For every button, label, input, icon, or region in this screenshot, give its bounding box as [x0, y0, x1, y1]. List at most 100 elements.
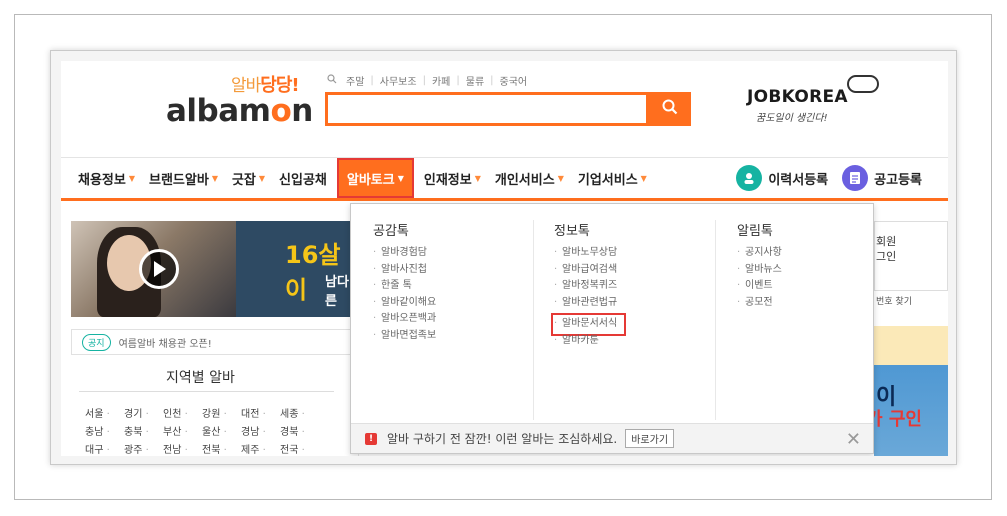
job-post-button[interactable]: 공고등록 — [842, 165, 922, 191]
menu-item-document-forms[interactable]: 알바문서서식 — [550, 313, 627, 336]
search-input[interactable] — [325, 92, 649, 126]
menu-item[interactable]: 알바카툰 — [554, 333, 623, 350]
quick-link-3[interactable]: 물류 — [460, 73, 490, 88]
region-city-link[interactable]: 서울 — [85, 405, 124, 420]
chevron-down-icon: ▼ — [128, 173, 135, 183]
region-city-link[interactable]: 충북 — [124, 423, 163, 438]
column-empathy: 공감톡 알바경험담 알바사진첩 한줄 톡 알바같이해요 알바오픈백과 알바면접족… — [373, 220, 436, 344]
warning-text: 알바 구하기 전 잠깐! 이런 알바는 조심하세요. — [387, 432, 618, 446]
menu-item[interactable]: 알바뉴스 — [737, 262, 782, 279]
region-city-link[interactable]: 전북 — [202, 441, 241, 456]
albamon-page: 알바당당! albamon 주말 | 사무보조 | 카페 | 물류 | 중국어 JOBK… — [61, 61, 948, 456]
region-city-link[interactable]: 경남 — [241, 423, 280, 438]
region-city-link[interactable]: 대구 — [85, 441, 124, 456]
screenshot-frame: 알바당당! albamon 주말 | 사무보조 | 카페 | 물류 | 중국어 JOBK… — [50, 50, 957, 465]
menu-item[interactable]: 알바경험담 — [373, 245, 436, 262]
chevron-down-icon: ▼ — [211, 173, 218, 183]
menu-item[interactable]: 공지사항 — [737, 245, 782, 262]
login-text[interactable]: 회원 그인 — [876, 234, 896, 264]
menu-item[interactable]: 알바면접족보 — [373, 328, 436, 345]
menu-item[interactable]: 알바정복퀴즈 — [554, 278, 623, 295]
main-nav: 채용정보 ▼ 브랜드알바 ▼ 긋잡 ▼ 신입공채 알바토크 ▼ 인재정보 ▼ 개인서비스 ▼… — [61, 157, 948, 201]
region-city-link[interactable]: 경북 — [280, 423, 319, 438]
albamon-logo[interactable]: albamon — [166, 93, 313, 129]
menu-item[interactable]: 알바같이해요 — [373, 295, 436, 312]
nav-item-business[interactable]: 기업서비스 ▼ — [571, 158, 654, 198]
chevron-down-icon: ▼ — [258, 173, 266, 183]
region-city-link[interactable]: 대전 — [241, 405, 280, 420]
close-icon[interactable]: ✕ — [846, 429, 861, 450]
chevron-down-icon: ▼ — [474, 173, 481, 183]
divider — [715, 220, 716, 420]
logo-post: n — [291, 93, 313, 129]
notice-badge: 공지 — [82, 333, 111, 351]
albatalk-dropdown: 공감톡 알바경험담 알바사진첩 한줄 톡 알바같이해요 알바오픈백과 알바면접족… — [350, 203, 874, 454]
menu-item[interactable]: 알바오픈백과 — [373, 311, 436, 328]
document-icon — [842, 165, 869, 191]
region-city-link[interactable]: 인천 — [163, 405, 202, 420]
quick-link-4[interactable]: 중국어 — [494, 73, 534, 88]
region-city-link[interactable]: 충남 — [85, 423, 124, 438]
region-city-link[interactable]: 울산 — [202, 423, 241, 438]
chevron-down-icon: ▼ — [397, 173, 404, 183]
resume-register-label: 이력서등록 — [768, 172, 829, 188]
nav-label: 긋잡 — [231, 172, 256, 188]
jobkorea-slogan: 꿈도일이 생긴다! — [756, 113, 828, 124]
nav-label: 신입공채 — [279, 172, 327, 188]
nav-item-goodjob[interactable]: 긋잡 ▼ — [225, 158, 272, 198]
play-icon[interactable] — [139, 249, 179, 289]
logo-o: o — [270, 93, 292, 129]
jobkorea-logo[interactable]: JOBKOREA — [747, 87, 848, 107]
column-title: 정보톡 — [554, 224, 590, 239]
job-post-label: 공고등록 — [874, 172, 922, 188]
column-notice: 알림톡 공지사항 알바뉴스 이벤트 공모전 — [737, 220, 782, 311]
quick-link-0[interactable]: 주말 — [340, 73, 370, 88]
nav-item-newgrad[interactable]: 신입공채 — [272, 158, 334, 198]
menu-item[interactable]: 알바노무상담 — [554, 245, 623, 262]
login-line: 그인 — [876, 250, 897, 263]
region-city-link[interactable]: 강원 — [202, 405, 241, 420]
menu-item[interactable]: 한줄 톡 — [373, 278, 436, 295]
nav-label: 알바토크 — [346, 172, 395, 188]
region-city-link[interactable]: 광주 — [124, 441, 163, 456]
video-banner[interactable]: 16살이 남다른 — [71, 221, 358, 317]
find-password-link[interactable]: 번호 찾기 — [876, 294, 912, 307]
go-button[interactable]: 바로가기 — [625, 429, 675, 448]
dropdown-warning-bar: ! 알바 구하기 전 잠깐! 이런 알바는 조심하세요. 바로가기 ✕ — [351, 423, 873, 453]
quick-link-2[interactable]: 카페 — [426, 73, 456, 88]
quick-link-1[interactable]: 사무보조 — [374, 73, 423, 88]
region-city-link[interactable]: 세종 — [280, 405, 319, 420]
region-city-link[interactable]: 전남 — [163, 441, 202, 456]
region-title: 지역별 알바 — [166, 370, 235, 386]
region-city-link[interactable]: 경기 — [124, 405, 163, 420]
nav-label: 기업서비스 — [577, 172, 638, 188]
nav-item-jobs[interactable]: 채용정보 ▼ — [71, 158, 142, 198]
warning-icon: ! — [365, 432, 377, 445]
region-city-link[interactable]: 전국 — [280, 441, 319, 456]
nav-item-brand[interactable]: 브랜드알바 ▼ — [142, 158, 225, 198]
menu-item[interactable]: 알바관련법규 — [554, 295, 623, 312]
region-city-link[interactable]: 부산 — [163, 423, 202, 438]
quick-search-links: 주말 | 사무보조 | 카페 | 물류 | 중국어 — [327, 73, 533, 88]
region-city-link[interactable]: 제주 — [241, 441, 280, 456]
chevron-down-icon: ▼ — [557, 173, 564, 183]
chevron-down-icon: ▼ — [640, 173, 647, 183]
notice-text[interactable]: 여름알바 채용관 오픈! — [119, 335, 212, 350]
nav-item-albatalk[interactable]: 알바토크 ▼ — [336, 158, 414, 198]
divider — [533, 220, 534, 420]
resume-register-button[interactable]: 이력서등록 — [736, 165, 828, 191]
notice-bar[interactable]: 공지 여름알바 채용관 오픈! — [71, 329, 358, 355]
resume-person-icon — [736, 165, 763, 191]
menu-item[interactable]: 공모전 — [737, 295, 782, 312]
search-icon — [662, 99, 678, 119]
nav-item-personal[interactable]: 개인서비스 ▼ — [488, 158, 571, 198]
jobkorea-bubble-icon — [847, 75, 879, 93]
nav-item-talent[interactable]: 인재정보 ▼ — [417, 158, 488, 198]
menu-item[interactable]: 알바사진첩 — [373, 262, 436, 279]
menu-item[interactable]: 이벤트 — [737, 278, 782, 295]
search-button[interactable] — [649, 92, 691, 126]
nav-right-actions: 이력서등록 공고등록 — [722, 158, 922, 198]
menu-item[interactable]: 알바급여검색 — [554, 262, 623, 279]
column-title: 공감톡 — [373, 224, 409, 239]
divider — [79, 391, 334, 392]
